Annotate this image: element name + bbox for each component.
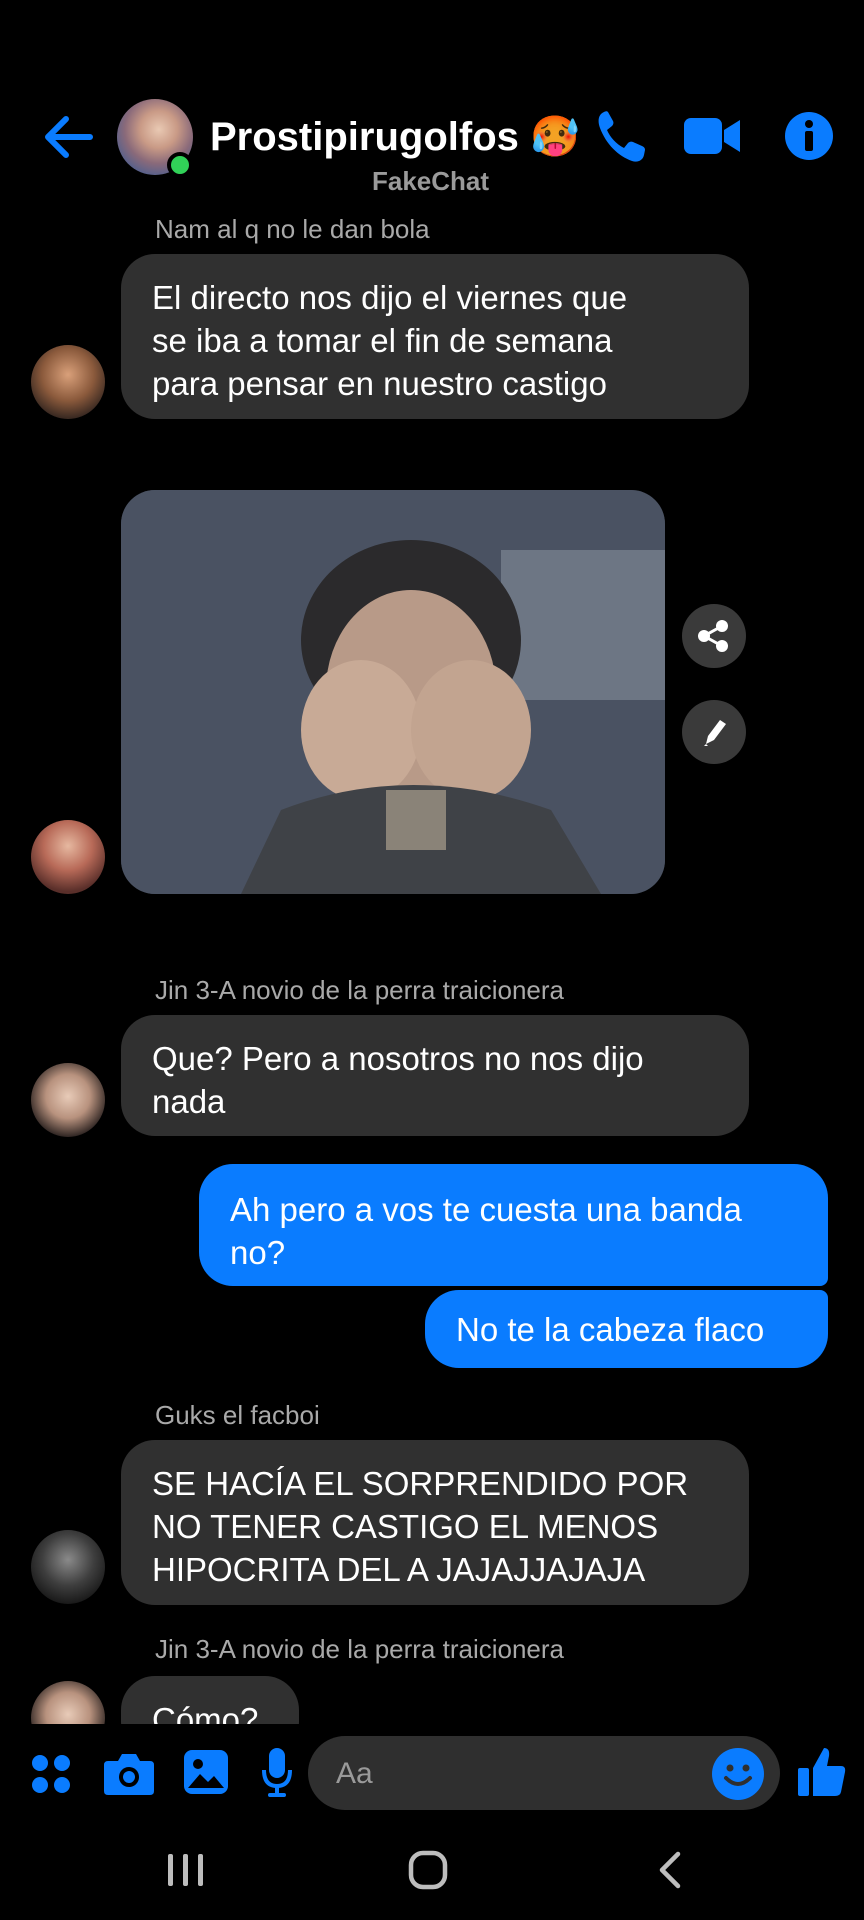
share-icon (698, 620, 728, 652)
photo-message[interactable] (121, 490, 665, 894)
sender-avatar[interactable] (31, 1063, 105, 1137)
sender-name: Jin 3-A novio de la perra traicionera (155, 975, 565, 1005)
incoming-message-bubble[interactable]: SE HACÍA EL SORPRENDIDO POR NO TENER CAS… (121, 1440, 749, 1605)
phone-icon[interactable] (596, 108, 646, 164)
crying-man-photo (121, 490, 665, 894)
apps-grid-icon[interactable] (30, 1753, 72, 1795)
chat-header: Prostipirugolfos 🥵 FakeChat (0, 0, 864, 205)
sender-name: Jin 3-A novio de la perra traicionera (155, 1634, 565, 1664)
sender-avatar[interactable] (31, 820, 105, 894)
nav-back-icon[interactable] (656, 1850, 682, 1890)
message-line: nada (152, 1083, 226, 1120)
message-line: SE HACÍA EL SORPRENDIDO POR (152, 1465, 689, 1502)
message-line: Que? Pero a nosotros no nos dijo (152, 1040, 644, 1077)
back-arrow-icon[interactable] (38, 112, 96, 162)
chat-subtitle: FakeChat (372, 166, 490, 196)
message-line: HIPOCRITA DEL A JAJAJJAJAJA (152, 1551, 646, 1588)
sender-avatar[interactable] (31, 345, 105, 419)
message-line: No te la cabeza flaco (456, 1311, 765, 1348)
message-line: NO TENER CASTIGO EL MENOS (152, 1508, 659, 1545)
video-camera-icon[interactable] (684, 116, 740, 156)
incoming-message-bubble[interactable]: El directo nos dijo el viernes que se ib… (121, 254, 749, 419)
outgoing-message-bubble[interactable]: No te la cabeza flaco (425, 1290, 828, 1368)
microphone-icon[interactable] (262, 1748, 292, 1798)
online-status-dot (167, 152, 193, 178)
message-input[interactable] (334, 1750, 698, 1798)
message-line: no? (230, 1234, 286, 1271)
info-icon[interactable] (785, 112, 833, 160)
sender-name: Guks el facboi (155, 1400, 320, 1430)
message-line: para pensar en nuestro castigo (152, 365, 607, 402)
gallery-icon[interactable] (184, 1750, 228, 1794)
recent-apps-icon[interactable] (166, 1852, 206, 1888)
sender-name: Nam al q no le dan bola (155, 214, 430, 244)
home-icon[interactable] (408, 1850, 448, 1890)
share-button[interactable] (682, 604, 746, 668)
camera-icon[interactable] (104, 1751, 154, 1795)
thumbs-up-icon[interactable] (798, 1746, 846, 1798)
message-line: Ah pero a vos te cuesta una banda (230, 1191, 742, 1228)
message-line: se iba a tomar el fin de semana (152, 322, 613, 359)
sender-avatar[interactable] (31, 1530, 105, 1604)
chat-title[interactable]: Prostipirugolfos 🥵 (210, 113, 580, 160)
incoming-message-bubble[interactable]: Que? Pero a nosotros no nos dijo nada (121, 1015, 749, 1136)
edit-button[interactable] (682, 700, 746, 764)
system-navigation-bar (0, 1830, 864, 1920)
emoji-icon[interactable] (712, 1748, 764, 1800)
pencil-icon (704, 720, 726, 746)
outgoing-message-bubble[interactable]: Ah pero a vos te cuesta una banda no? (199, 1164, 828, 1286)
message-line: El directo nos dijo el viernes que (152, 279, 628, 316)
